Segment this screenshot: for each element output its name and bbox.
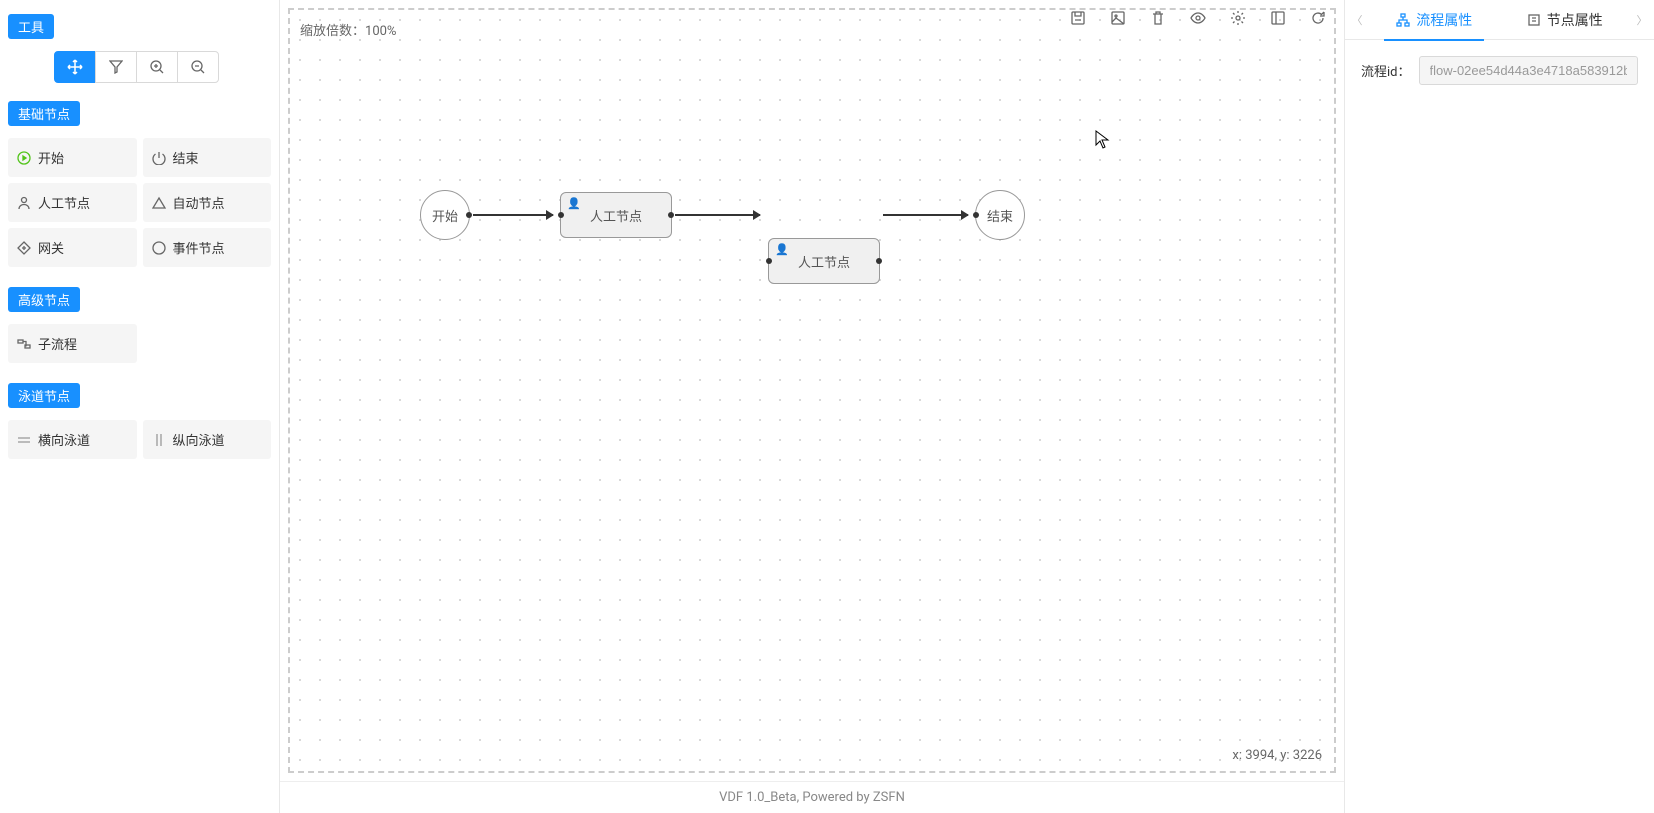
node-auto[interactable]: 自动节点	[143, 183, 272, 222]
save-button[interactable]	[1068, 8, 1088, 28]
input-port[interactable]	[558, 212, 564, 218]
flow-edge[interactable]	[473, 214, 553, 216]
subflow-icon	[16, 336, 32, 352]
output-port[interactable]	[876, 258, 882, 264]
node-end[interactable]: 结束	[143, 138, 272, 177]
node-v-lane[interactable]: 纵向泳道	[143, 420, 272, 459]
input-port[interactable]	[973, 212, 979, 218]
circle-icon	[151, 240, 167, 256]
node-label: 横向泳道	[38, 430, 90, 449]
flow-task-node-2[interactable]: 👤 人工节点	[768, 238, 880, 284]
flow-task-node-1[interactable]: 👤 人工节点	[560, 192, 672, 238]
move-icon	[67, 59, 83, 75]
flow-edge[interactable]	[883, 214, 968, 216]
tab-flow-properties[interactable]: 流程属性	[1384, 0, 1484, 40]
advanced-nodes-grid: 子流程	[8, 324, 271, 363]
flow-id-field: 流程id：	[1361, 56, 1638, 85]
output-port[interactable]	[466, 212, 472, 218]
footer-text: VDF 1.0_Beta, Powered by ZSFN	[280, 781, 1344, 813]
properties-panel: 〈 流程属性 节点属性 〉 流程id：	[1344, 0, 1654, 813]
power-icon	[151, 150, 167, 166]
advanced-nodes-header: 高级节点	[8, 287, 80, 312]
node-label: 自动节点	[173, 193, 225, 212]
tools-header: 工具	[8, 14, 54, 39]
zoom-indicator: 缩放倍数：100%	[300, 20, 396, 39]
zoom-in-button[interactable]	[136, 51, 178, 83]
triangle-icon	[151, 195, 167, 211]
user-icon: 👤	[567, 197, 581, 210]
node-start[interactable]: 开始	[8, 138, 137, 177]
zoom-out-icon	[191, 60, 205, 74]
node-label: 结束	[173, 148, 199, 167]
tab-prev-button[interactable]: 〈	[1345, 12, 1369, 28]
delete-button[interactable]	[1148, 8, 1168, 28]
panel-button[interactable]	[1268, 8, 1288, 28]
node-label: 纵向泳道	[173, 430, 225, 449]
node-label: 人工节点	[38, 193, 90, 212]
properties-tabs: 〈 流程属性 节点属性 〉	[1345, 0, 1654, 40]
flow-icon	[1396, 13, 1410, 27]
coordinates-display: x: 3994, y: 3226	[1232, 748, 1322, 763]
user-icon	[16, 195, 32, 211]
image-button[interactable]	[1108, 8, 1128, 28]
v-lane-icon	[151, 432, 167, 448]
move-tool-button[interactable]	[54, 51, 96, 83]
flow-canvas[interactable]: 缩放倍数：100% 开始 👤 人工节点 👤 人工节点	[288, 8, 1336, 773]
node-h-lane[interactable]: 横向泳道	[8, 420, 137, 459]
node-manual[interactable]: 人工节点	[8, 183, 137, 222]
node-label: 子流程	[38, 334, 77, 353]
flow-edge[interactable]	[675, 214, 760, 216]
node-label: 开始	[38, 148, 64, 167]
lane-nodes-header: 泳道节点	[8, 383, 80, 408]
basic-nodes-header: 基础节点	[8, 101, 80, 126]
user-icon: 👤	[775, 243, 789, 256]
flow-end-node[interactable]: 结束	[975, 190, 1025, 240]
diamond-icon	[16, 240, 32, 256]
input-port[interactable]	[766, 258, 772, 264]
basic-nodes-grid: 开始 结束 人工节点 自动节点 网关 事件节点	[8, 138, 271, 267]
h-lane-icon	[16, 432, 32, 448]
filter-icon	[109, 60, 123, 74]
tab-node-properties[interactable]: 节点属性	[1515, 0, 1615, 40]
node-label: 事件节点	[173, 238, 225, 257]
refresh-button[interactable]	[1308, 8, 1328, 28]
node-event[interactable]: 事件节点	[143, 228, 272, 267]
node-label: 网关	[38, 238, 64, 257]
filter-tool-button[interactable]	[95, 51, 137, 83]
canvas-area: 缩放倍数：100% 开始 👤 人工节点 👤 人工节点	[280, 0, 1344, 813]
tool-buttons	[54, 51, 271, 83]
output-port[interactable]	[668, 212, 674, 218]
lane-nodes-grid: 横向泳道 纵向泳道	[8, 420, 271, 459]
node-subflow[interactable]: 子流程	[8, 324, 137, 363]
node-gateway[interactable]: 网关	[8, 228, 137, 267]
play-icon	[16, 150, 32, 166]
flow-id-input[interactable]	[1419, 56, 1639, 85]
zoom-out-button[interactable]	[177, 51, 219, 83]
zoom-in-icon	[150, 60, 164, 74]
settings-button[interactable]	[1228, 8, 1248, 28]
flow-id-label: 流程id：	[1361, 61, 1411, 80]
sidebar: 工具 基础节点 开始 结束	[0, 0, 280, 813]
node-icon	[1527, 13, 1541, 27]
panel-body: 流程id：	[1345, 40, 1654, 101]
flow-start-node[interactable]: 开始	[420, 190, 470, 240]
tab-next-button[interactable]: 〉	[1630, 12, 1654, 28]
preview-button[interactable]	[1188, 8, 1208, 28]
canvas-toolbar	[1068, 8, 1328, 28]
